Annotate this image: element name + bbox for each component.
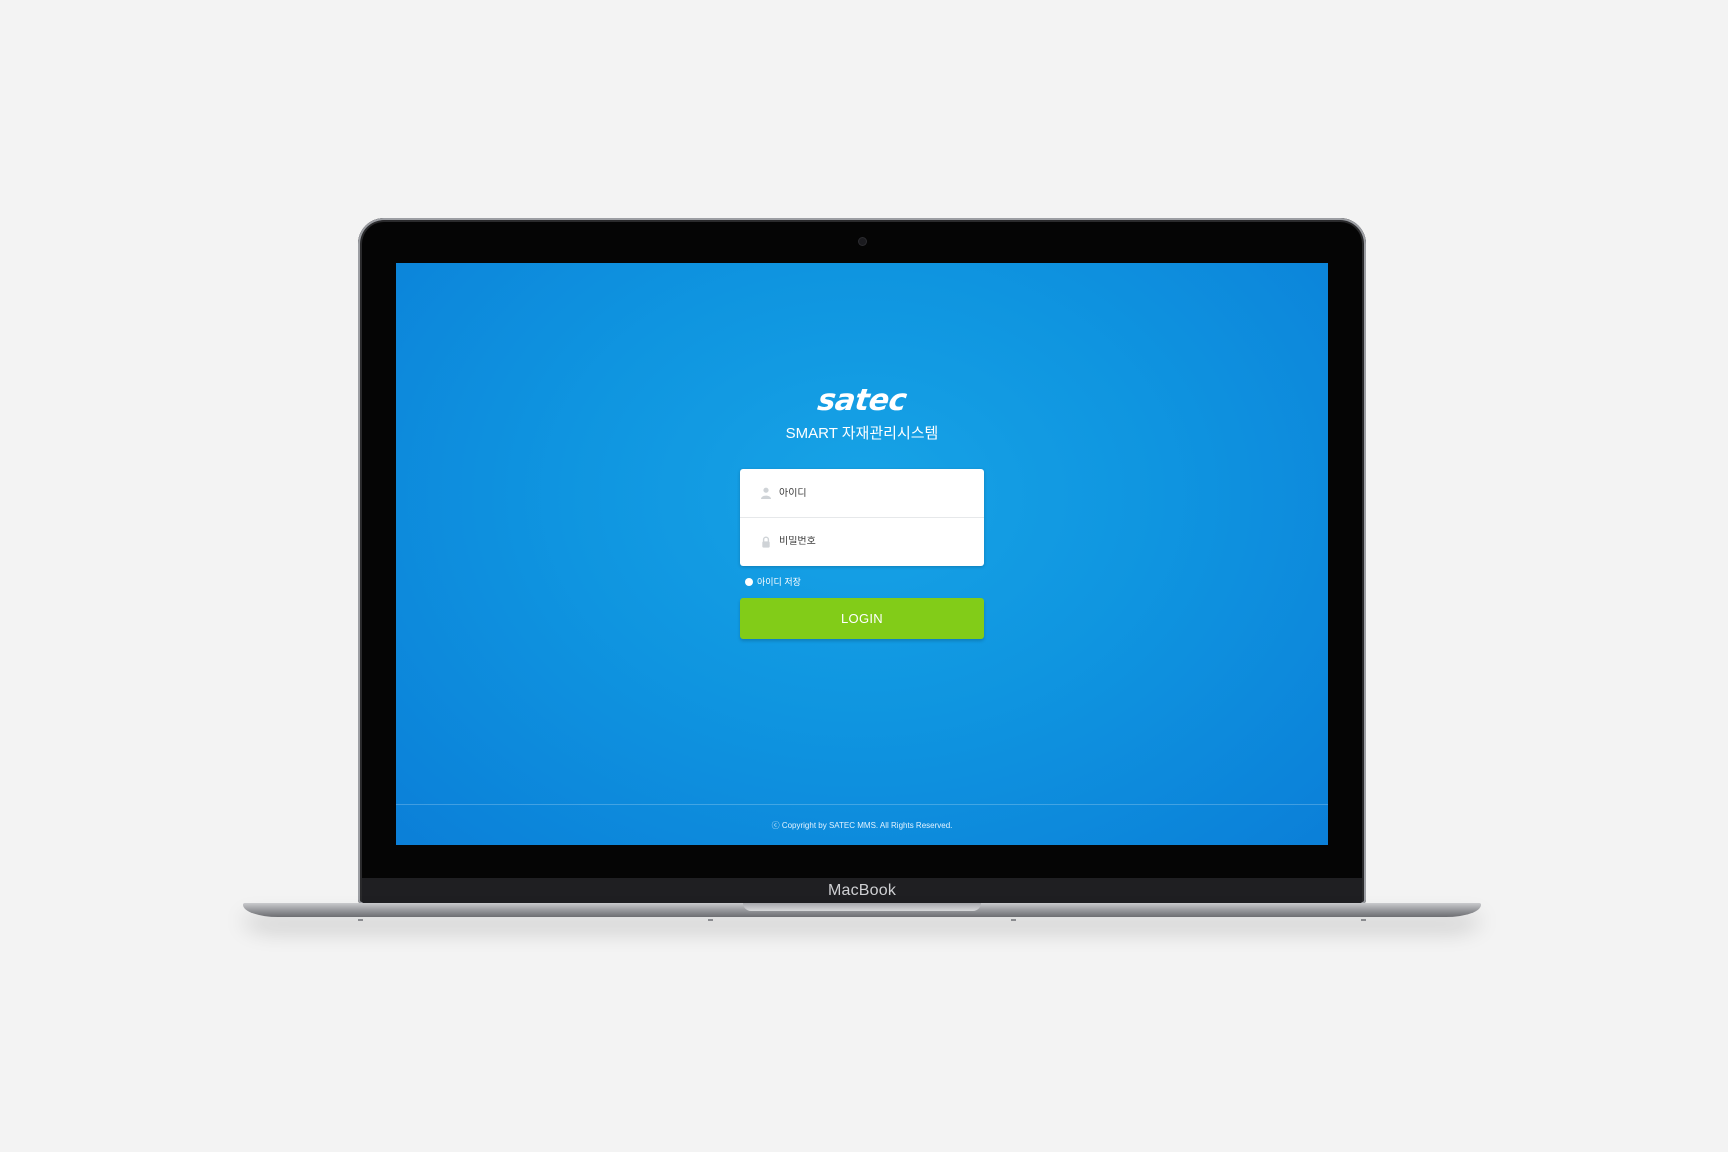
radio-dot-icon[interactable] bbox=[745, 577, 753, 586]
copyright-text: ⓒ Copyright by SATEC MMS. All Rights Res… bbox=[771, 820, 953, 830]
camera-dot bbox=[859, 238, 866, 245]
user-icon bbox=[760, 487, 772, 499]
satec-logo: satec bbox=[815, 383, 909, 418]
brand-header: satec SMART 자재관리시스템 bbox=[396, 383, 1328, 443]
laptop-foot bbox=[358, 919, 363, 921]
login-button[interactable]: LOGIN bbox=[740, 598, 984, 639]
password-input[interactable] bbox=[779, 536, 969, 547]
laptop-foot bbox=[708, 919, 713, 921]
id-input[interactable] bbox=[779, 487, 969, 499]
device-label: MacBook bbox=[827, 882, 897, 899]
lock-icon bbox=[760, 536, 772, 548]
remember-id-checkbox[interactable]: 아이디 저장 bbox=[745, 575, 801, 588]
laptop-base bbox=[243, 903, 1481, 921]
app-subtitle: SMART 자재관리시스템 bbox=[785, 425, 939, 442]
laptop-notch bbox=[743, 903, 981, 911]
id-field[interactable] bbox=[740, 469, 984, 517]
laptop-chin: MacBook bbox=[362, 878, 1362, 904]
remember-id-label: 아이디 저장 bbox=[757, 577, 801, 587]
laptop-foot bbox=[1011, 919, 1016, 921]
login-form bbox=[740, 469, 984, 566]
password-field[interactable] bbox=[740, 517, 984, 565]
footer: ⓒ Copyright by SATEC MMS. All Rights Res… bbox=[396, 804, 1328, 845]
laptop-foot bbox=[1361, 919, 1366, 921]
login-screen: satec SMART 자재관리시스템 아이디 저장 bbox=[396, 263, 1328, 845]
